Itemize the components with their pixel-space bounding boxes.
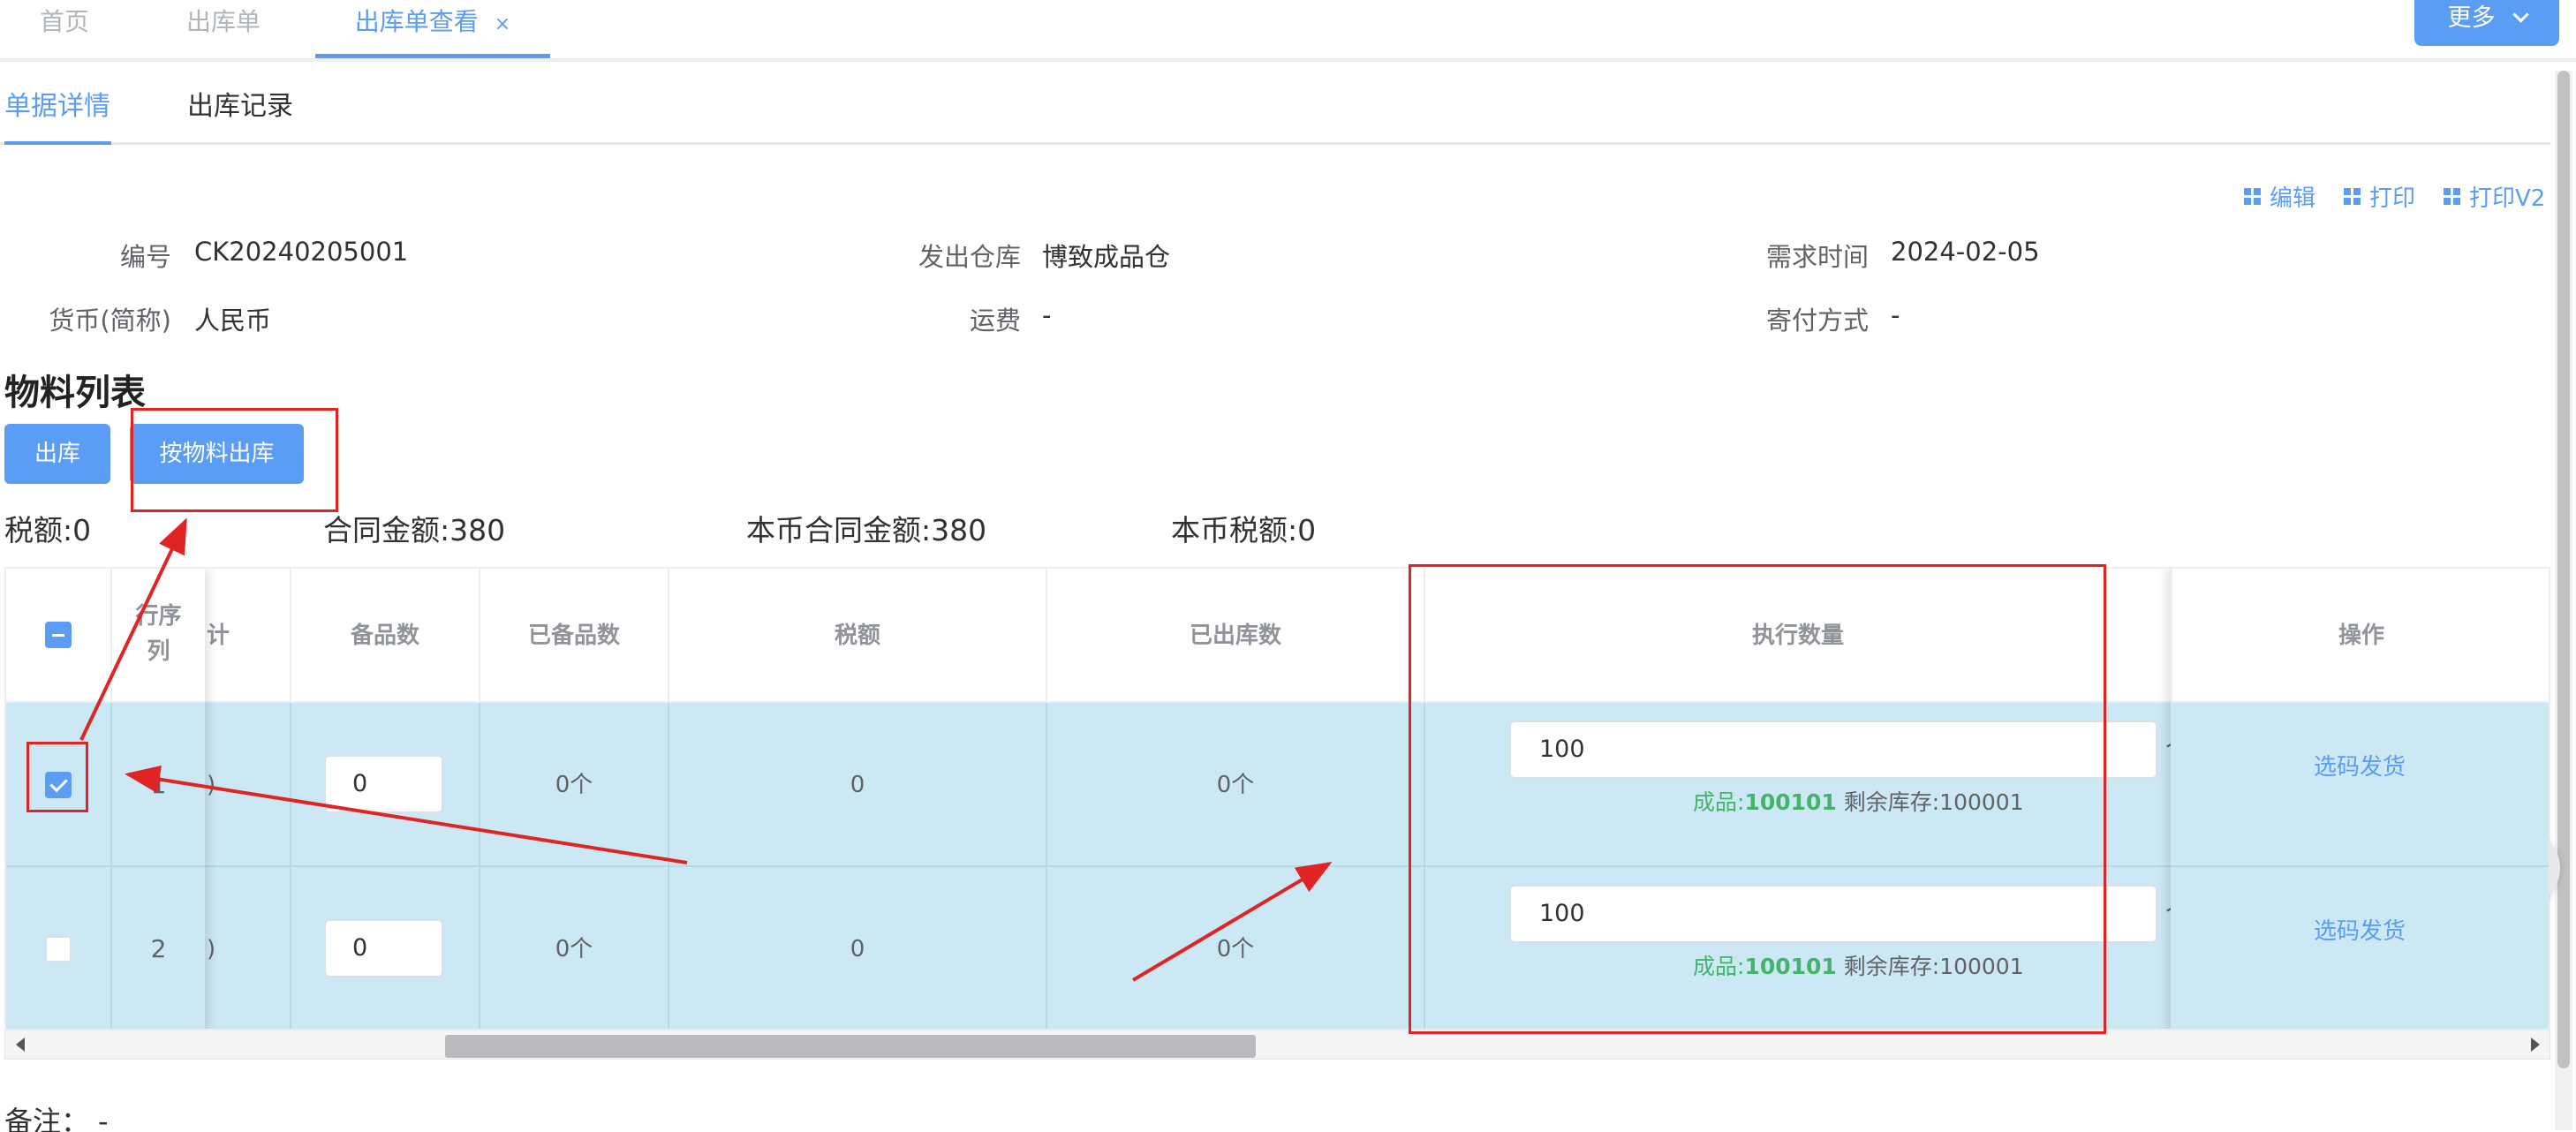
table-row: ) 0 0个 0 0个 100 个 成品:100101 剩余库存:100001 xyxy=(6,867,2549,1029)
warehouse-value: 博致成品仓 xyxy=(1042,242,1171,272)
tab-outbound-list[interactable]: 出库单 xyxy=(181,0,266,58)
stock-prefix: 成品: xyxy=(1693,789,1745,815)
demand-time-value: 2024-02-05 xyxy=(1891,237,2040,267)
ops-cell: 选码发货 xyxy=(2171,867,2549,1029)
header-seq-fixed: 行序 列 xyxy=(112,569,205,703)
chevron-down-icon xyxy=(2512,6,2529,23)
detail-tab-bar: 单据详情 出库记录 xyxy=(0,81,2550,145)
shipped-cell: 0个 xyxy=(1047,867,1425,1029)
row-checkbox[interactable] xyxy=(45,936,72,962)
note-label: 备注： xyxy=(4,1105,90,1132)
partial-cell: ) xyxy=(205,703,291,867)
scroll-left-icon[interactable] xyxy=(16,1038,25,1052)
header-spared: 已备品数 xyxy=(480,569,669,703)
tab-outbound-view-label: 出库单查看 xyxy=(354,7,479,36)
seq-cell: 1 xyxy=(112,703,205,867)
spare-cell: 0 xyxy=(291,703,480,867)
demand-time-label: 需求时间 xyxy=(1765,242,1869,272)
header-exec-qty: 执行数量 xyxy=(1751,623,1844,649)
spared-cell: 0个 xyxy=(480,867,669,1029)
table-header: 行序 列 计 备品数 已备品数 税额 已出库数 执行数量 xyxy=(6,569,2549,703)
header-partial: 计 xyxy=(205,569,291,703)
partial-cell: ) xyxy=(205,867,291,1029)
contract-amount-summary: 合同金额:380 xyxy=(323,513,506,547)
currency-value: 人民币 xyxy=(194,306,272,336)
exec-qty-input[interactable]: 100 xyxy=(1509,721,2157,779)
tax-cell: 0 xyxy=(669,867,1047,1029)
stock-code: 100101 xyxy=(1744,954,1837,979)
edit-action[interactable]: 编辑 xyxy=(2244,180,2315,213)
more-button[interactable]: 更多 xyxy=(2414,0,2559,46)
tab-outbound-view[interactable]: 出库单查看 × xyxy=(315,0,550,58)
table-row: ) 0 0个 0 0个 100 个 成品:100101 剩余库存:100001 xyxy=(6,703,2549,867)
note-value: - xyxy=(98,1105,109,1132)
spared-cell: 0个 xyxy=(480,703,669,867)
material-list-title: 物料列表 xyxy=(4,373,146,413)
header-select-cell-fixed xyxy=(6,569,112,703)
local-contract-amount-summary: 本币合同金额:380 xyxy=(746,513,987,547)
row-checkbox[interactable] xyxy=(45,772,72,798)
code-label: 编号 xyxy=(119,242,171,272)
page-tab-bar: 首页 出库单 出库单查看 × 更多 xyxy=(0,0,2576,62)
fixed-left-columns: 行序 列 1 2 xyxy=(6,569,205,1029)
horizontal-scroll-thumb[interactable] xyxy=(445,1035,1256,1058)
note-field: 备注： - xyxy=(4,1099,109,1132)
seq-cell: 2 xyxy=(112,867,205,1029)
print-v2-action[interactable]: 打印V2 xyxy=(2444,180,2545,213)
tax-summary: 税额:0 xyxy=(4,513,92,547)
shipped-cell: 0个 xyxy=(1047,703,1425,867)
grid-icon xyxy=(2444,188,2460,205)
vertical-scroll-thumb[interactable] xyxy=(2557,71,2570,1068)
exec-qty-cell: 100 个 成品:100101 剩余库存:100001 xyxy=(1425,703,2189,867)
outbound-button[interactable]: 出库 xyxy=(4,424,110,484)
header-ops: 操作 xyxy=(2171,569,2549,703)
grid-icon xyxy=(2244,188,2261,205)
print-action-label: 打印 xyxy=(2369,185,2416,212)
exec-qty-input[interactable]: 100 xyxy=(1509,885,2157,943)
header-shipped: 已出库数 xyxy=(1047,569,1425,703)
warehouse-label: 发出仓库 xyxy=(918,242,1021,272)
ops-cell: 选码发货 xyxy=(2171,703,2549,867)
tab-outbound-records[interactable]: 出库记录 xyxy=(187,81,293,145)
fixed-right-columns: 操作 选码发货 选码发货 xyxy=(2171,569,2549,1029)
stock-remaining: 剩余库存:100001 xyxy=(1843,954,2024,979)
vertical-scrollbar[interactable] xyxy=(2555,71,2572,1130)
stock-info: 成品:100101 剩余库存:100001 xyxy=(1693,954,2024,980)
horizontal-scrollbar[interactable] xyxy=(4,1030,2550,1060)
spare-cell: 0 xyxy=(291,867,480,1029)
outbound-by-material-button[interactable]: 按物料出库 xyxy=(130,424,304,484)
tab-document-details[interactable]: 单据详情 xyxy=(4,81,111,145)
shipping-label: 寄付方式 xyxy=(1765,306,1869,336)
stock-code: 100101 xyxy=(1744,789,1837,815)
select-code-ship-link[interactable]: 选码发货 xyxy=(2314,918,2406,945)
select-all-checkbox[interactable] xyxy=(45,622,72,648)
print-v2-action-label: 打印V2 xyxy=(2469,185,2546,212)
currency-label: 货币(简称) xyxy=(49,306,171,336)
stock-info: 成品:100101 剩余库存:100001 xyxy=(1693,789,2024,816)
header-spare: 备品数 xyxy=(291,569,480,703)
exec-qty-cell: 100 个 成品:100101 剩余库存:100001 xyxy=(1425,867,2189,1029)
print-action[interactable]: 打印 xyxy=(2344,180,2415,213)
grid-icon xyxy=(2344,188,2361,205)
freight-label: 运费 xyxy=(969,306,1021,336)
edit-action-label: 编辑 xyxy=(2270,185,2316,212)
scroll-right-icon[interactable] xyxy=(2531,1038,2540,1052)
spare-qty-input[interactable]: 0 xyxy=(324,919,443,977)
select-cell xyxy=(6,703,112,867)
stock-prefix: 成品: xyxy=(1693,954,1745,979)
close-icon[interactable]: × xyxy=(495,13,510,35)
header-tax: 税额 xyxy=(669,569,1047,703)
tab-home[interactable]: 首页 xyxy=(35,0,94,58)
spare-qty-input[interactable]: 0 xyxy=(324,755,443,813)
stock-remaining: 剩余库存:100001 xyxy=(1843,789,2024,815)
select-cell xyxy=(6,867,112,1029)
code-value: CK20240205001 xyxy=(194,237,409,267)
tax-cell: 0 xyxy=(669,703,1047,867)
select-code-ship-link[interactable]: 选码发货 xyxy=(2314,754,2406,781)
more-button-label: 更多 xyxy=(2447,4,2496,32)
shipping-value: - xyxy=(1891,300,1900,330)
material-table: 行序 列 计 备品数 已备品数 税额 已出库数 执行数量 ) 0 0个 0 0个… xyxy=(4,567,2550,1030)
freight-value: - xyxy=(1042,300,1052,330)
local-tax-summary: 本币税额:0 xyxy=(1171,513,1317,547)
